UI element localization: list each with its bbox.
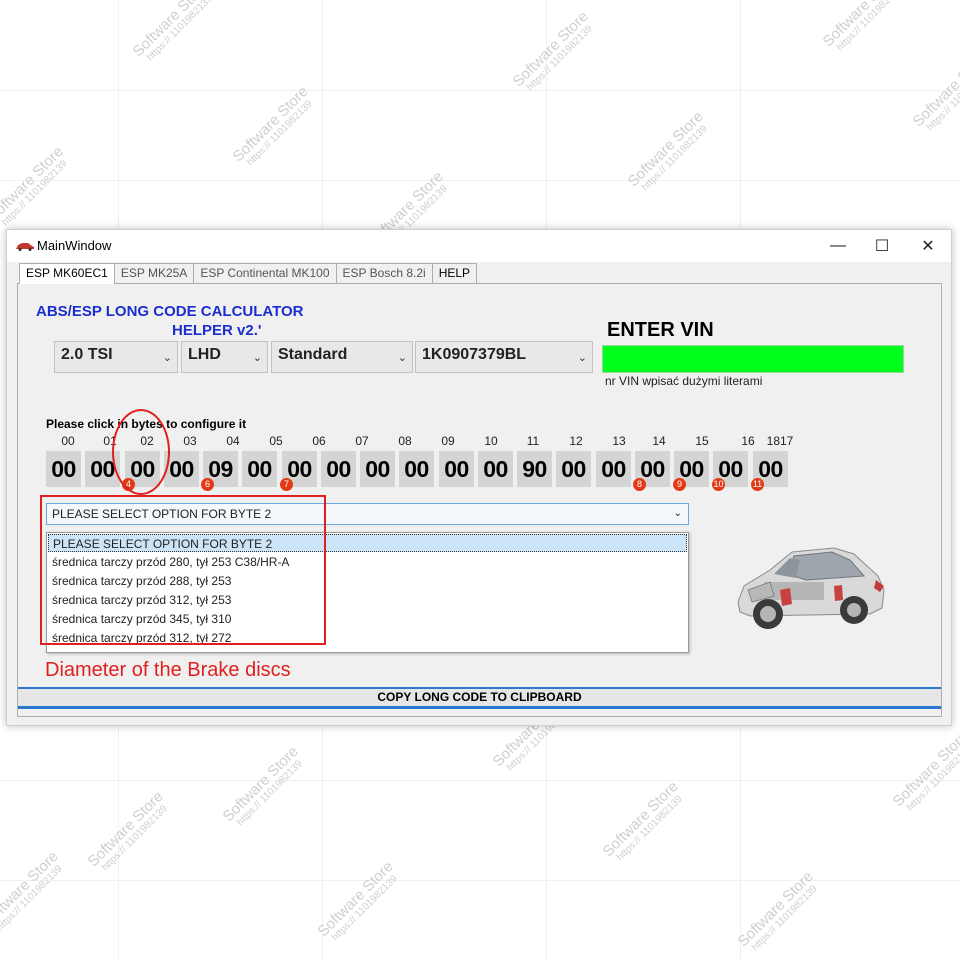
watermark: Software Store https:// 1101982139 [314,858,400,944]
watermark: Software Store https:// 1101982139 [129,0,215,64]
steering-select[interactable]: LHD ⌄ [181,341,268,373]
watermark: Software Store https:// 1101982139 [734,868,820,954]
maximize-icon: ☐ [874,238,890,255]
title-bar[interactable]: MainWindow — ☐ ✕ [7,230,951,262]
chevron-down-icon: ⌄ [252,352,262,364]
chevron-down-icon: ⌄ [162,352,172,364]
byte-cell[interactable]: 00 [478,451,513,487]
watermark: Software Store https:// 1101982139 [219,743,305,829]
byte-index: 1817 [766,434,794,448]
byte-index: 09 [441,434,455,448]
watermark: Software Store https:// 1101982139 [229,83,315,169]
byte-badge: 7 [280,478,293,491]
byte-cell[interactable]: 00 [321,451,356,487]
watermark: Software Store https:// 1101982139 [624,108,710,194]
byte-cell[interactable]: 90 [517,451,552,487]
byte-index: 13 [612,434,626,448]
watermark: Software Store https:// 1101982139 [889,728,960,814]
tab-panel: ABS/ESP LONG CODE CALCULATOR HELPER v2.'… [17,283,942,717]
byte-cell[interactable]: 00 [242,451,277,487]
byte-index: 06 [312,434,326,448]
tab-esp-mk60ec1[interactable]: ESP MK60EC1 [19,263,115,284]
byte-badge: 8 [633,478,646,491]
byte-index: 03 [183,434,197,448]
copy-long-code-button[interactable]: COPY LONG CODE TO CLIPBOARD [18,687,941,709]
part-number-select[interactable]: 1K0907379BL ⌄ [415,341,593,373]
byte-index: 07 [355,434,369,448]
close-button[interactable]: ✕ [905,230,951,262]
app-heading: ABS/ESP LONG CODE CALCULATOR [36,303,304,320]
chevron-down-icon: ⌄ [397,352,407,364]
chevron-down-icon: ⌄ [577,352,587,364]
vin-title: ENTER VIN [607,319,714,341]
variant-select-value: Standard [278,346,348,363]
grid-line [0,90,960,91]
window-title: MainWindow [37,238,112,253]
byte-index: 16 [741,434,755,448]
vin-input[interactable] [602,345,904,373]
grid-line [0,180,960,181]
maximize-button[interactable]: ☐ [859,230,905,262]
watermark: Software Store https:// 1101982139 [509,8,595,94]
byte-index: 14 [652,434,666,448]
byte-index: 00 [61,434,75,448]
watermark: Software Store https:// 1101982139 [599,778,685,864]
tab-esp-mk25a[interactable]: ESP MK25A [113,263,195,283]
byte-cell[interactable]: 00 [596,451,631,487]
byte-cell[interactable]: 00 [439,451,474,487]
byte-index: 10 [484,434,498,448]
minimize-button[interactable]: — [815,230,861,262]
engine-select-value: 2.0 TSI [61,346,113,363]
app-subheading: HELPER v2.' [172,322,262,339]
byte-index: 11 [526,434,540,448]
highlight-ellipse [112,409,170,495]
chevron-down-icon: ⌄ [673,508,682,519]
car-app-icon [16,243,34,251]
byte-badge: 9 [673,478,686,491]
watermark: Software Store https:// 1101982139 [819,0,905,54]
byte-badge: 10 [712,478,725,491]
close-icon: ✕ [921,238,935,255]
byte-index: 08 [398,434,412,448]
byte-cell[interactable]: 00 [399,451,434,487]
byte-badge: 11 [751,478,764,491]
byte-index: 15 [695,434,709,448]
byte-index: 05 [269,434,283,448]
highlight-box [40,495,326,645]
byte-index: 12 [569,434,583,448]
watermark: Software Store https:// 1101982139 [0,848,65,934]
car-illustration [737,547,885,629]
part-number-select-value: 1K0907379BL [422,346,527,363]
tab-esp-bosch-82i[interactable]: ESP Bosch 8.2i [335,263,433,283]
watermark: Software Store https:// 1101982139 [84,788,170,874]
annotation-caption: Diameter of the Brake discs [45,659,291,681]
engine-select[interactable]: 2.0 TSI ⌄ [54,341,178,373]
variant-select[interactable]: Standard ⌄ [271,341,413,373]
grid-line [0,880,960,881]
byte-cell[interactable]: 00 [556,451,591,487]
grid-line [0,780,960,781]
byte-cell[interactable]: 00 [46,451,81,487]
vin-hint: nr VIN wpisać dużymi literami [605,374,763,388]
watermark: Software Store https:// 1101982139 [909,48,960,134]
minimize-icon: — [830,237,846,254]
tab-esp-continental-mk100[interactable]: ESP Continental MK100 [193,263,337,283]
byte-cell[interactable]: 00 [360,451,395,487]
byte-badge: 6 [201,478,214,491]
main-window: MainWindow — ☐ ✕ ESP MK60EC1 ESP MK25A E… [6,229,952,726]
byte-index: 04 [226,434,240,448]
steering-select-value: LHD [188,346,221,363]
tab-help[interactable]: HELP [431,263,478,283]
watermark: Software Store https:// 1101982139 [0,143,70,229]
tab-bar: ESP MK60EC1 ESP MK25A ESP Continental MK… [19,263,478,284]
